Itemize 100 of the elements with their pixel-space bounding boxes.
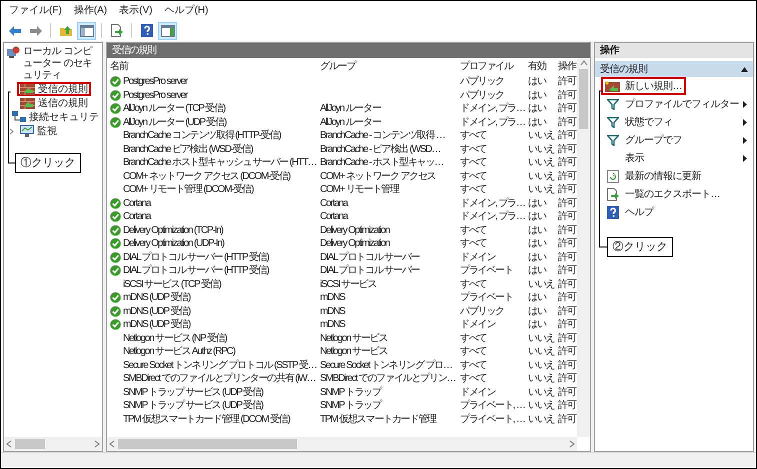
rule-name[interactable]: BranchCache ピア検出 (WSD-受信) [123, 142, 252, 156]
rule-name[interactable]: Cortana [123, 210, 150, 224]
back-arrow-icon [8, 24, 22, 36]
group-cell: mDNS [320, 319, 345, 330]
action-link[interactable]: 一覧のエクスポート… [601, 185, 724, 203]
profile-cell: プライベート, … [460, 400, 525, 412]
check-icon [110, 198, 121, 209]
menu-item[interactable]: 操作(A) [70, 2, 112, 19]
brick-wall-icon [605, 80, 620, 92]
action-cell: 許可 [558, 292, 576, 304]
column-header[interactable]: 名前 [107, 59, 317, 74]
profile-cell: パブリック [460, 306, 504, 317]
rule-name[interactable]: AllJoyn ルーター (TCP 受信) [123, 102, 225, 116]
menu-item[interactable]: ファイル(F) [5, 2, 66, 19]
action-link[interactable]: ヘルプ [601, 203, 658, 221]
profile-cell: すべて [460, 184, 486, 196]
rule-name[interactable]: Delivery Optimization (UDP-In) [123, 237, 224, 250]
section-header[interactable]: 受信の規則 [595, 61, 753, 77]
profile-cell: すべて [460, 238, 486, 250]
action-link[interactable]: グループでフ [601, 131, 686, 149]
action-link[interactable]: 状態でフィ [601, 113, 676, 131]
column-header[interactable]: グループ [317, 59, 457, 74]
action-cell: 許可 [558, 170, 576, 182]
action-link[interactable]: 最新の情報に更新 [601, 167, 705, 185]
profile-cell: すべて [460, 346, 486, 358]
rule-name[interactable]: BranchCache コンテンツ取得 (HTTP-受信) [123, 129, 280, 142]
rule-name[interactable]: COM+ ネットワーク アクセス (DCOM-受信) [123, 170, 290, 183]
column-header[interactable]: 操作 [555, 59, 577, 74]
scrollbar-thumb[interactable] [579, 69, 588, 129]
action-cell: 許可 [558, 373, 576, 384]
rule-name[interactable]: iSCSI サービス (TCP 受信) [123, 278, 221, 291]
action-cell: 許可 [558, 360, 576, 371]
group-cell: Netlogon サービス [320, 332, 388, 344]
horizontal-scrollbar[interactable] [4, 437, 102, 451]
check-icon [110, 76, 121, 88]
check-icon [110, 211, 121, 222]
pane-layout-icon [160, 24, 174, 36]
scroll-left-icon[interactable] [109, 440, 115, 448]
column-header[interactable]: プロファイル [457, 59, 525, 74]
group-cell: BranchCache - コンテンツ取得 … [320, 130, 445, 142]
action-link[interactable]: 表示 [601, 149, 648, 167]
pane-layout-icon [80, 24, 94, 36]
tree-item[interactable]: 接続セキュリテ [9, 110, 102, 124]
filter-icon [606, 134, 618, 146]
action-cell: 許可 [558, 238, 576, 250]
rule-name[interactable]: SMBDirect でのファイルとプリンターの共有 (iW… [123, 372, 316, 386]
group-cell: SMBDirect でのファイルとプリン… [320, 373, 456, 384]
profile-cell: すべて [460, 144, 486, 155]
rule-name[interactable]: mDNS (UDP 受信) [123, 291, 190, 304]
rule-name[interactable]: DIAL プロトコル サーバー (HTTP 受信) [123, 264, 269, 278]
tree-item[interactable]: 受信の規則 [17, 82, 91, 96]
enabled-cell: いいえ [528, 130, 554, 142]
group-cell: Cortana [320, 198, 348, 209]
action-link[interactable]: プロファイルでフィルター [601, 95, 743, 113]
scroll-left-icon[interactable] [6, 440, 12, 448]
tree-item[interactable]: 送信の規則 [17, 96, 91, 110]
rule-name[interactable]: PostgresPro server [123, 75, 187, 88]
menu-item[interactable]: 表示(V) [115, 2, 156, 19]
enabled-cell: いいえ [528, 278, 554, 290]
tree-item[interactable]: 監視 [17, 124, 60, 138]
tree-toggle-button[interactable] [77, 22, 96, 40]
scroll-up-icon[interactable] [580, 60, 588, 66]
rule-name[interactable]: Netlogon サービス (NP 受信) [123, 332, 227, 345]
computer-icon [6, 46, 20, 58]
leader-line [8, 92, 16, 164]
rule-name[interactable]: mDNS (UDP 受信) [123, 304, 190, 318]
rule-name[interactable]: SNMP トラップ サービス (UDP 受信) [123, 386, 263, 399]
group-cell: Delivery Optimization [320, 238, 390, 250]
menu-item[interactable]: ヘルプ(H) [160, 2, 212, 19]
submenu-arrow-icon [743, 100, 747, 108]
profile-cell: パブリック [460, 76, 504, 88]
action-link[interactable]: 新しい規則… [601, 77, 686, 95]
vertical-scrollbar[interactable] [577, 58, 590, 437]
rule-name[interactable]: Secure Socket トンネリング プロトコル (SSTP 受… [123, 358, 316, 372]
brick-wall-icon [20, 98, 35, 108]
action-cell: 許可 [558, 414, 576, 425]
rule-name[interactable]: Netlogon サービス Authz (RPC) [123, 345, 235, 358]
profile-cell: すべて [460, 332, 486, 344]
enabled-cell: はい [528, 116, 546, 128]
rule-name[interactable]: COM+ リモート管理 (DCOM-受信) [123, 183, 254, 196]
brick-wall-icon [20, 84, 35, 94]
rule-name[interactable]: BranchCache ホスト型キャッシュ サーバー (HTT… [123, 156, 316, 170]
enabled-cell: はい [528, 306, 546, 317]
rule-name[interactable]: Delivery Optimization (TCP-In) [123, 224, 223, 237]
scroll-right-icon[interactable] [94, 440, 100, 448]
rule-name[interactable]: Cortana [123, 196, 150, 210]
tree-item[interactable]: ローカル コンピューター のセキュリティ [6, 46, 102, 82]
rule-name[interactable]: TPM 仮想スマートカード管理 (DCOM 受信) [123, 412, 290, 426]
callout-label: ①クリック [15, 153, 81, 173]
scroll-right-icon[interactable] [569, 440, 575, 448]
horizontal-scrollbar[interactable] [107, 437, 577, 451]
enabled-cell: いいえ [528, 332, 554, 344]
rule-name[interactable]: SNMP トラップ サービス (UDP 受信) [123, 399, 263, 412]
rule-name[interactable]: mDNS (UDP 受信) [123, 318, 190, 332]
rule-name[interactable]: PostgresPro server [123, 88, 187, 102]
column-header[interactable]: 有効 [525, 59, 555, 74]
rule-name[interactable]: DIAL プロトコル サーバー (HTTP 受信) [123, 250, 269, 264]
action-pane-button[interactable] [158, 22, 177, 40]
rule-name[interactable]: AllJoyn ルーター (UDP 受信) [123, 116, 226, 129]
action-cell: 許可 [558, 400, 576, 412]
